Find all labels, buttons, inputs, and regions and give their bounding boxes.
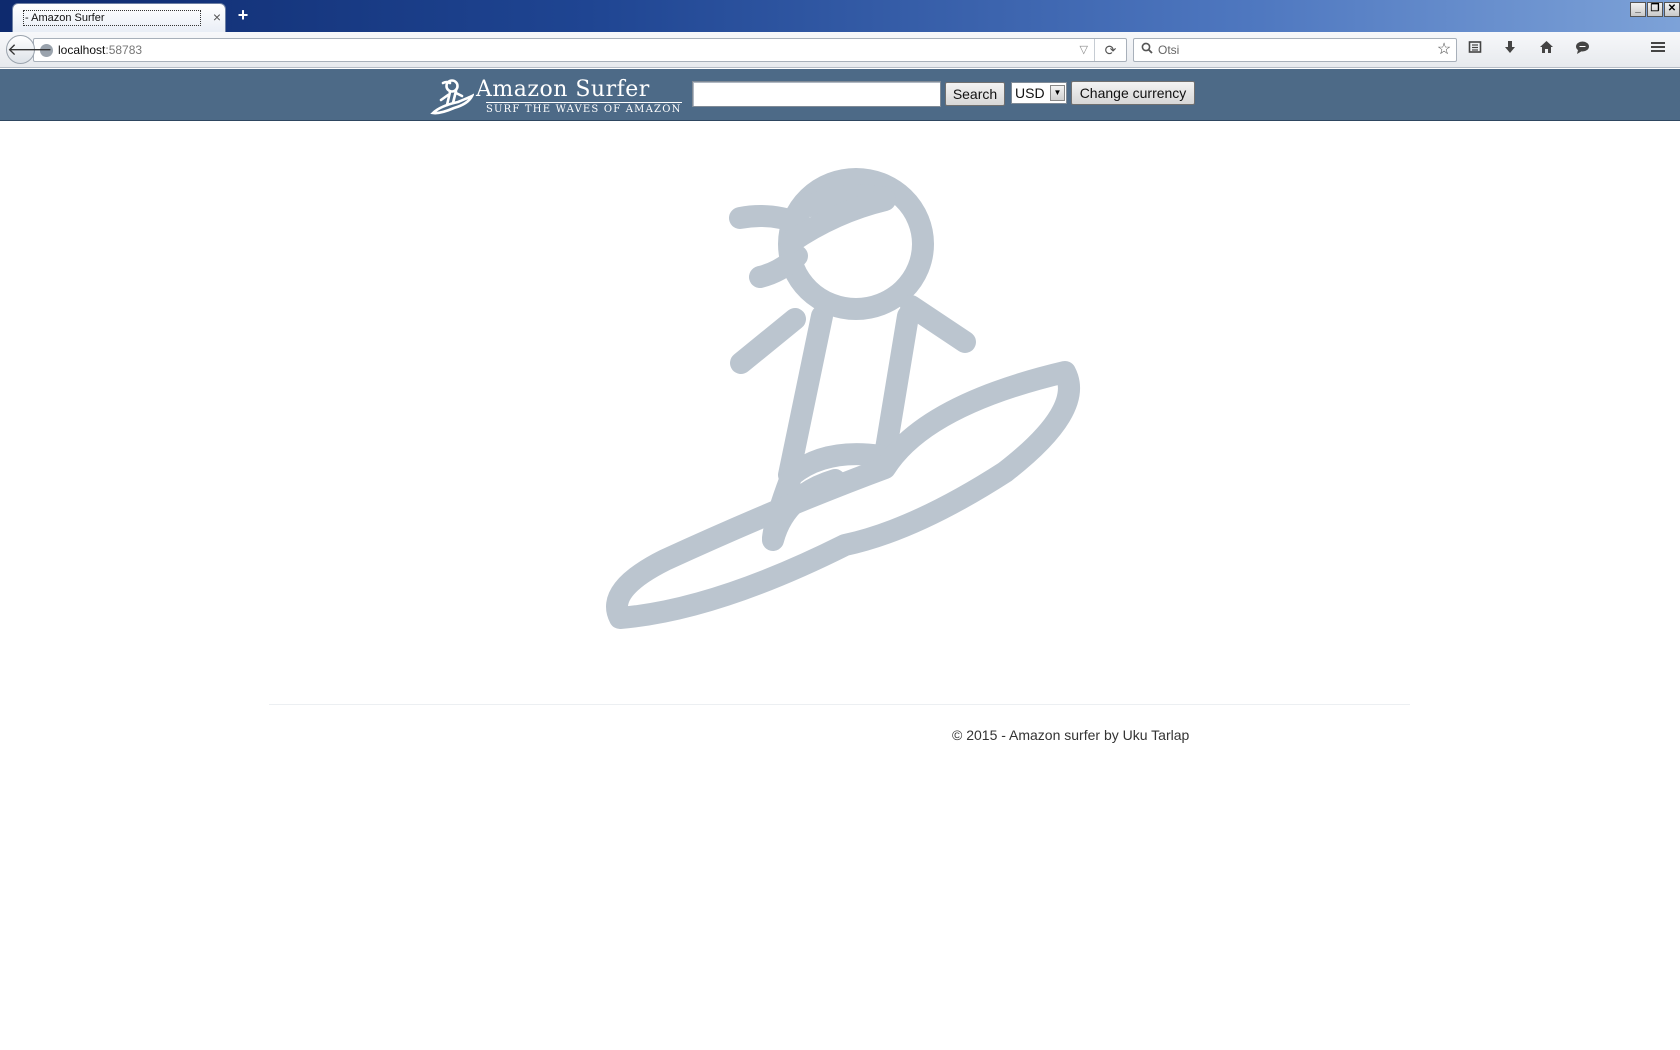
currency-selected-value: USD — [1015, 85, 1045, 101]
window-controls: _ ❐ ✕ — [1629, 2, 1680, 18]
home-icon[interactable] — [1535, 40, 1557, 62]
star-icon[interactable]: ☆ — [1433, 40, 1455, 62]
site-logo[interactable]: Amazon Surfer SURF THE WAVES OF AMAZON — [430, 74, 682, 118]
browser-titlebar: - Amazon Surfer × + _ ❐ ✕ — [0, 0, 1680, 32]
reload-icon[interactable]: ⟳ — [1094, 39, 1126, 61]
browser-search-bar[interactable]: Otsi — [1133, 38, 1457, 62]
restore-icon[interactable]: ❐ — [1647, 2, 1663, 17]
tab-title: - Amazon Surfer — [23, 10, 201, 26]
footer-divider — [269, 704, 1410, 705]
logo-title: Amazon Surfer — [476, 77, 650, 102]
logo-tagline: SURF THE WAVES OF AMAZON — [486, 102, 682, 115]
chevron-down-icon[interactable]: ▼ — [1050, 85, 1065, 101]
new-tab-icon[interactable]: + — [234, 6, 252, 24]
url-bar[interactable]: localhost:58783 ▽ ⟳ — [33, 38, 1127, 62]
site-header: Amazon Surfer SURF THE WAVES OF AMAZON S… — [0, 69, 1680, 121]
currency-select[interactable]: USD ▼ — [1011, 82, 1067, 104]
menu-icon[interactable] — [1647, 40, 1669, 62]
reading-list-icon[interactable] — [1464, 40, 1486, 62]
change-currency-button[interactable]: Change currency — [1071, 81, 1195, 105]
search-icon — [1141, 39, 1153, 61]
surfer-illustration — [585, 150, 1105, 630]
url-history-dropdown-icon[interactable]: ▽ — [1080, 39, 1088, 61]
tab-close-icon[interactable]: × — [210, 10, 224, 24]
logo-surfer-icon — [430, 79, 474, 115]
close-window-icon[interactable]: ✕ — [1664, 2, 1680, 17]
minimize-icon[interactable]: _ — [1630, 2, 1646, 17]
product-search-input[interactable] — [692, 81, 941, 107]
url-port: :58783 — [105, 43, 143, 57]
browser-search-text: Otsi — [1158, 43, 1180, 57]
back-icon[interactable]: 🡐 — [6, 35, 53, 64]
url-host: localhost — [58, 43, 106, 57]
url-text[interactable]: localhost:58783 — [58, 39, 142, 61]
download-icon[interactable] — [1499, 40, 1521, 62]
footer-copyright: © 2015 - Amazon surfer by Uku Tarlap — [952, 727, 1190, 743]
search-button[interactable]: Search — [945, 82, 1005, 106]
chat-icon[interactable] — [1571, 40, 1593, 62]
browser-tab-active[interactable]: - Amazon Surfer × — [12, 3, 226, 32]
browser-navbar: localhost:58783 ▽ ⟳ 🡐 Otsi ☆ — [0, 32, 1680, 68]
